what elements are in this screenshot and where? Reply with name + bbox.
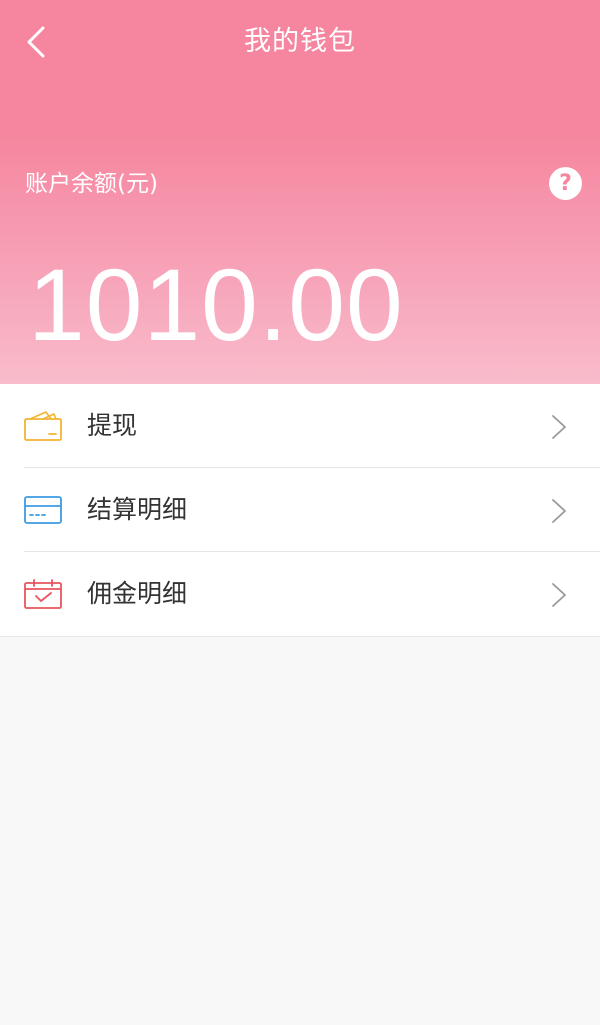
balance-amount: 1010.00 [28,248,404,362]
calendar-check-icon [24,579,62,609]
chevron-right-icon [552,499,566,523]
card-icon [24,496,62,524]
page-title: 我的钱包 [244,26,356,57]
balance-label: 账户余额(元) [25,171,158,197]
menu-item-label: 结算明细 [87,495,188,524]
question-icon: ? [559,170,572,196]
menu-item-withdraw[interactable]: 提现 [0,384,600,468]
chevron-right-icon [552,583,566,607]
menu-item-label: 提现 [87,411,138,440]
menu-item-settlement-details[interactable]: 结算明细 [0,468,600,552]
menu-item-commission-details[interactable]: 佣金明细 [0,552,600,637]
wallet-header: 我的钱包 账户余额(元) ? 1010.00 [0,0,600,384]
help-button[interactable]: ? [549,167,582,200]
wallet-menu: 提现 结算明细 佣金明细 [0,384,600,637]
menu-item-label: 佣金明细 [87,579,188,608]
chevron-right-icon [552,415,566,439]
wallet-icon [24,411,62,441]
